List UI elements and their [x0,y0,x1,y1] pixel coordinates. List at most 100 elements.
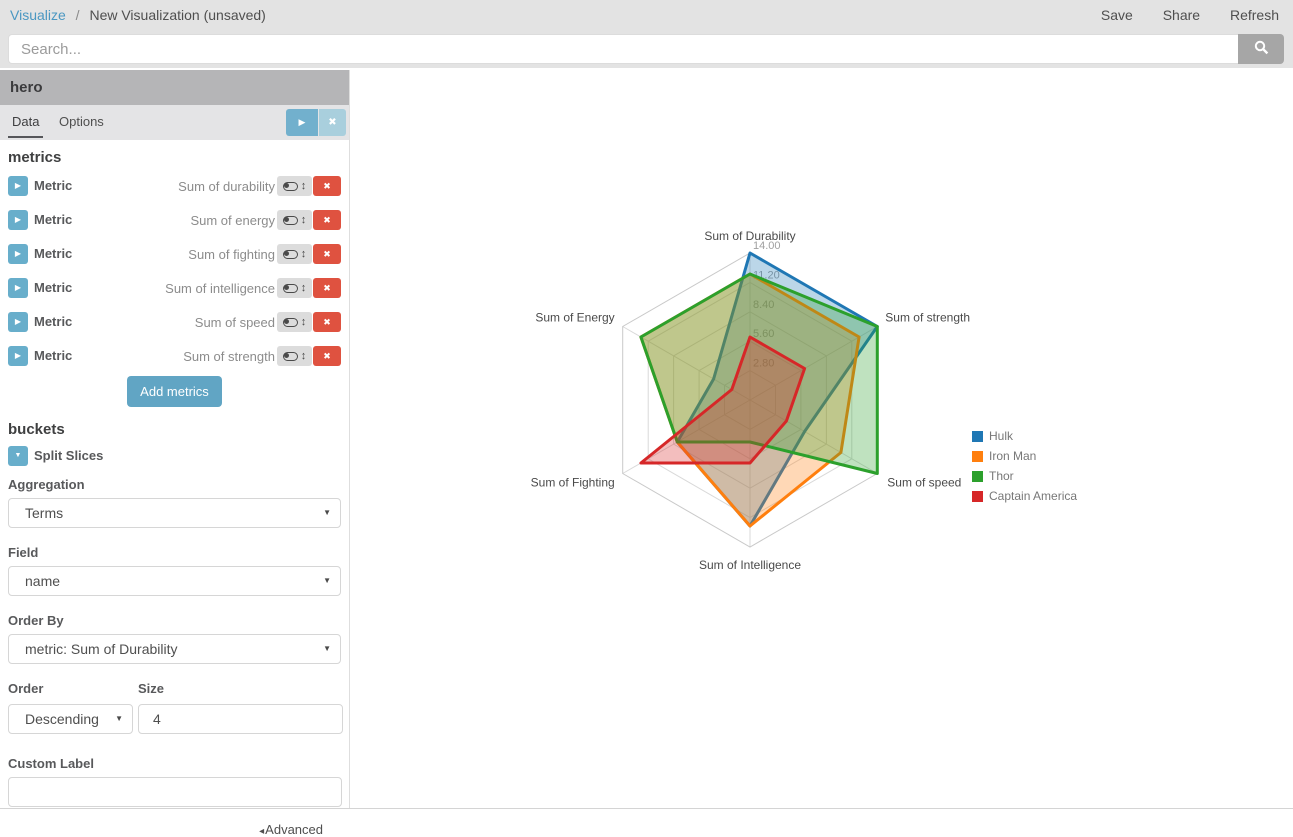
move-updown-icon[interactable]: ↕ [301,317,307,328]
svg-text:Sum of Energy: Sum of Energy [535,311,614,325]
legend-item-hulk[interactable]: Hulk [972,426,1077,446]
expand-metric-button[interactable]: ▶ [8,176,28,196]
legend-label: Hulk [989,429,1013,443]
legend-swatch [972,471,983,482]
metric-controls-pill: ↕ [277,312,312,332]
tab-options[interactable]: Options [55,105,108,138]
metric-agg-label: Sum of fighting [188,247,275,262]
metric-agg-label: Sum of durability [178,179,275,194]
order-label: Order [8,681,43,696]
breadcrumb-visualize-link[interactable]: Visualize [10,7,66,23]
page-title: New Visualization (unsaved) [89,7,265,23]
legend-item-thor[interactable]: Thor [972,466,1077,486]
refresh-button[interactable]: Refresh [1230,7,1279,23]
move-updown-icon[interactable]: ↕ [301,249,307,260]
custom-label-input[interactable] [8,777,342,807]
play-icon: ▶ [15,249,21,258]
order-select[interactable]: Descending ▼ [8,704,133,734]
vis-editor-sidebar: hero Data Options ▶ ✖ metrics ▶ Metric S… [0,70,350,808]
svg-text:Sum of Durability: Sum of Durability [704,229,795,243]
custom-label-label: Custom Label [8,756,341,771]
close-icon: ✖ [323,317,331,327]
disable-toggle-icon[interactable] [283,318,298,327]
play-icon: ▶ [15,317,21,326]
advanced-toggle-link[interactable]: ◂Advanced [259,822,323,837]
metric-row: ▶ Metric Sum of energy ↕ ✖ [0,203,349,237]
move-updown-icon[interactable]: ↕ [301,351,307,362]
order-by-select[interactable]: metric: Sum of Durability ▼ [8,634,341,664]
save-button[interactable]: Save [1101,7,1133,23]
order-by-label: Order By [8,613,341,628]
index-pattern-header: hero [0,70,349,105]
close-icon: ✖ [323,249,331,259]
metric-controls-pill: ↕ [277,210,312,230]
metric-controls-pill: ↕ [277,346,312,366]
close-icon: ✖ [323,283,331,293]
remove-metric-button[interactable]: ✖ [313,278,341,298]
add-metrics-button[interactable]: Add metrics [127,376,222,407]
search-bar [0,30,1293,68]
aggregation-label: Aggregation [8,477,341,492]
metrics-section-heading: metrics [0,140,349,169]
metric-controls-pill: ↕ [277,176,312,196]
legend-item-iron-man[interactable]: Iron Man [972,446,1077,466]
metric-type-label: Metric [34,178,72,193]
metric-row: ▶ Metric Sum of speed ↕ ✖ [0,305,349,339]
search-input[interactable] [8,34,1238,64]
disable-toggle-icon[interactable] [283,182,298,191]
svg-text:Sum of Fighting: Sum of Fighting [531,476,615,490]
chevron-down-icon: ▼ [15,452,22,459]
radar-chart: 2.805.608.4011.2014.00Sum of DurabilityS… [351,70,1293,808]
search-icon [1254,40,1269,58]
remove-metric-button[interactable]: ✖ [313,210,341,230]
close-icon: ✖ [323,215,331,225]
legend-label: Thor [989,469,1014,483]
expand-metric-button[interactable]: ▶ [8,312,28,332]
page-bottom-divider [0,808,1293,809]
search-submit-button[interactable] [1238,34,1284,64]
expand-metric-button[interactable]: ▶ [8,244,28,264]
play-icon: ▶ [299,117,306,127]
remove-metric-button[interactable]: ✖ [313,346,341,366]
metric-type-label: Metric [34,246,72,261]
legend-item-captain-america[interactable]: Captain America [972,486,1077,506]
expand-metric-button[interactable]: ▶ [8,346,28,366]
size-input[interactable] [138,704,343,734]
metric-agg-label: Sum of strength [183,349,275,364]
triangle-left-icon: ◂ [259,826,264,837]
select-caret-icon: ▼ [323,567,331,595]
disable-toggle-icon[interactable] [283,250,298,259]
editor-tabs-bar: Data Options ▶ ✖ [0,105,349,140]
play-icon: ▶ [15,283,21,292]
remove-metric-button[interactable]: ✖ [313,244,341,264]
bucket-type-label: Split Slices [34,448,103,463]
aggregation-select[interactable]: Terms ▼ [8,498,341,528]
select-caret-icon: ▼ [113,705,123,733]
apply-changes-button[interactable]: ▶ [286,109,318,136]
metric-type-label: Metric [34,348,72,363]
play-icon: ▶ [15,351,21,360]
disable-toggle-icon[interactable] [283,352,298,361]
discard-changes-button[interactable]: ✖ [319,109,346,136]
size-label: Size [138,681,164,696]
remove-metric-button[interactable]: ✖ [313,176,341,196]
move-updown-icon[interactable]: ↕ [301,215,307,226]
metric-agg-label: Sum of intelligence [165,281,275,296]
disable-toggle-icon[interactable] [283,216,298,225]
disable-toggle-icon[interactable] [283,284,298,293]
expand-metric-button[interactable]: ▶ [8,278,28,298]
field-select-value: name [25,573,60,589]
move-updown-icon[interactable]: ↕ [301,283,307,294]
tab-data[interactable]: Data [8,105,43,138]
metric-agg-label: Sum of speed [195,315,275,330]
remove-metric-button[interactable]: ✖ [313,312,341,332]
metric-controls-pill: ↕ [277,244,312,264]
move-updown-icon[interactable]: ↕ [301,181,307,192]
field-select[interactable]: name ▼ [8,566,341,596]
legend-swatch [972,491,983,502]
expand-metric-button[interactable]: ▶ [8,210,28,230]
metric-row: ▶ Metric Sum of fighting ↕ ✖ [0,237,349,271]
legend-swatch [972,431,983,442]
share-button[interactable]: Share [1163,7,1200,23]
collapse-bucket-button[interactable]: ▼ [8,446,28,466]
